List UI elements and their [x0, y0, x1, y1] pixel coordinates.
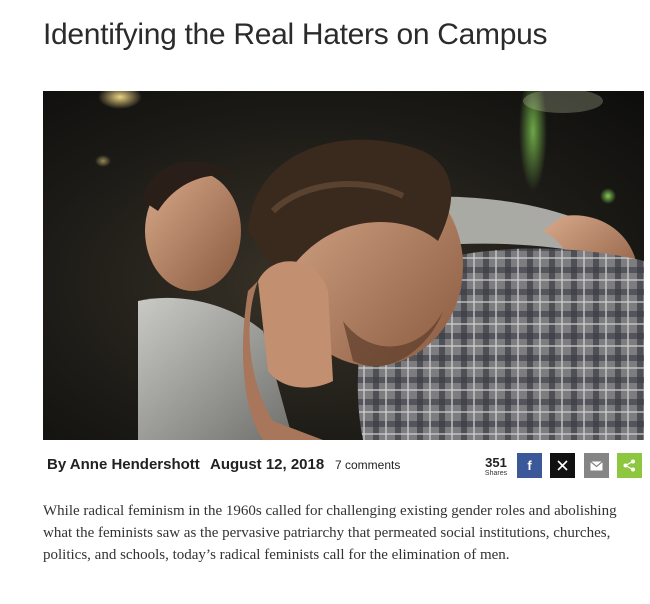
article-meta: By Anne Hendershott August 12, 2018 7 co… [47, 452, 647, 482]
mail-icon [590, 460, 603, 470]
article-lede: While radical feminism in the 1960s call… [43, 503, 617, 563]
share-count-label: Shares [484, 470, 508, 477]
x-share-button[interactable] [550, 453, 575, 478]
comments-link[interactable]: 7 comments [335, 458, 400, 472]
share-count: 351 Shares [481, 456, 511, 477]
publish-date: August 12, 2018 [210, 456, 325, 473]
hero-image [43, 91, 644, 440]
hero-photo-illustration [43, 91, 644, 440]
facebook-share-button[interactable]: f [517, 453, 542, 478]
byline[interactable]: By Anne Hendershott [47, 456, 200, 473]
share-icon [623, 459, 635, 472]
x-icon [557, 460, 568, 471]
share-button[interactable] [617, 453, 642, 478]
email-share-button[interactable] [584, 453, 609, 478]
facebook-icon: f [527, 458, 532, 473]
share-count-number: 351 [485, 455, 507, 470]
article-title: Identifying the Real Haters on Campus [43, 18, 548, 51]
